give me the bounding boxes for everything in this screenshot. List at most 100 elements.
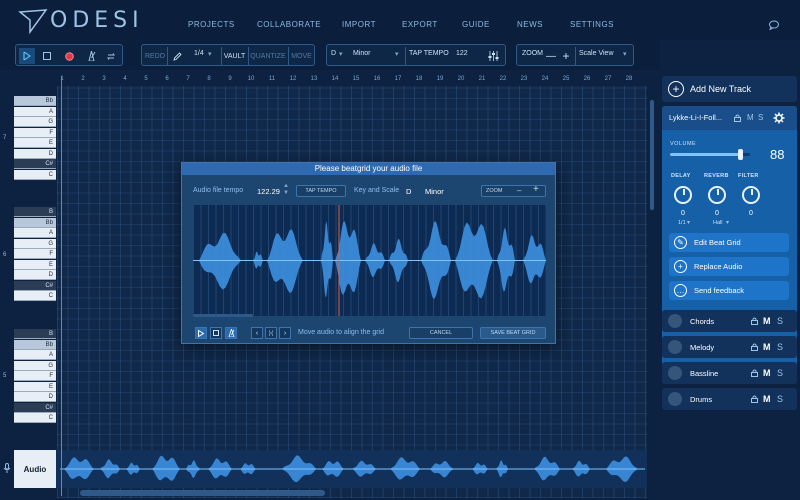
- piano-key[interactable]: C#: [14, 402, 56, 413]
- volume-slider[interactable]: [670, 149, 750, 160]
- solo-button[interactable]: S: [758, 113, 763, 122]
- lock-icon[interactable]: [734, 114, 741, 122]
- volume-handle[interactable]: [738, 149, 744, 160]
- track-row[interactable]: Chords M S: [662, 310, 797, 332]
- stop-button[interactable]: [39, 48, 55, 64]
- scale-select[interactable]: Minor: [425, 187, 444, 196]
- lock-icon[interactable]: [751, 369, 758, 377]
- reverb-knob[interactable]: [708, 186, 726, 204]
- view-select[interactable]: Scale View: [579, 50, 614, 57]
- horizontal-scrollbar[interactable]: [80, 490, 325, 496]
- loop-button[interactable]: [103, 48, 119, 64]
- piano-key[interactable]: G: [14, 238, 56, 249]
- save-beat-grid-button[interactable]: SAVE BEAT GRID: [480, 327, 546, 339]
- solo-button[interactable]: S: [777, 394, 783, 404]
- bar-ruler[interactable]: 1 2 3 4 5 6 7 8 9 10 11 12 13 14 15 16 17 18 19 20 21 22 23 24 2…: [57, 76, 647, 86]
- metronome-button[interactable]: [225, 327, 237, 339]
- move-button[interactable]: MOVE: [289, 48, 314, 64]
- tap-tempo-button[interactable]: TAP TEMPO: [409, 50, 449, 57]
- nav-settings[interactable]: SETTINGS: [570, 20, 614, 29]
- mute-button[interactable]: M: [763, 368, 771, 378]
- delay-knob[interactable]: [674, 186, 692, 204]
- piano-key[interactable]: E: [14, 259, 56, 270]
- piano-key[interactable]: D: [14, 392, 56, 403]
- track-row[interactable]: Drums M S: [662, 388, 797, 410]
- nav-projects[interactable]: PROJECTS: [188, 20, 235, 29]
- tempo-stepper[interactable]: ▲ ▼: [283, 183, 289, 197]
- solo-button[interactable]: S: [777, 316, 783, 326]
- piano-key[interactable]: E: [14, 138, 56, 148]
- piano-key[interactable]: C: [14, 413, 56, 424]
- reverb-sub-select[interactable]: Hall: [713, 220, 722, 226]
- piano-key[interactable]: Bb: [14, 217, 56, 228]
- piano-key[interactable]: A: [14, 106, 56, 117]
- piano-key[interactable]: A: [14, 228, 56, 239]
- piano-key[interactable]: C#: [14, 159, 56, 169]
- solo-button[interactable]: S: [777, 342, 783, 352]
- piano-key[interactable]: F: [14, 249, 56, 260]
- vault-button[interactable]: VAULT: [222, 48, 247, 64]
- track-row[interactable]: Melody M S: [662, 336, 797, 358]
- scale-select[interactable]: Minor: [353, 50, 371, 57]
- piano-key[interactable]: G: [14, 360, 56, 371]
- zoom-out-button[interactable]: —: [545, 48, 557, 64]
- chevron-down-icon[interactable]: ▾: [726, 219, 729, 226]
- audio-waveform[interactable]: [60, 450, 645, 488]
- tempo-value[interactable]: 122: [456, 50, 468, 57]
- piano-key[interactable]: C: [14, 169, 56, 180]
- quantize-button[interactable]: QUANTIZE: [249, 48, 287, 64]
- send-feedback-button[interactable]: … Send feedback: [669, 281, 789, 300]
- play-button[interactable]: [19, 48, 35, 64]
- chevron-down-icon[interactable]: ▾: [687, 219, 690, 226]
- track-name[interactable]: Lykke-Li-I-Foll...: [669, 113, 722, 122]
- zoom-in-button[interactable]: +: [533, 185, 539, 195]
- nudge-left-button[interactable]: ‹: [251, 327, 263, 339]
- key-select[interactable]: D: [406, 187, 411, 196]
- chevron-down-icon[interactable]: ▾: [208, 50, 212, 58]
- mute-button[interactable]: M: [763, 394, 771, 404]
- chevron-down-icon[interactable]: ▾: [339, 50, 343, 58]
- mute-button[interactable]: M: [763, 316, 771, 326]
- waveform-scrollbar[interactable]: [193, 314, 253, 317]
- chevron-down-icon[interactable]: ▾: [623, 50, 627, 58]
- edit-beat-grid-button[interactable]: ✎ Edit Beat Grid: [669, 233, 789, 252]
- mute-button[interactable]: M: [747, 113, 754, 122]
- solo-button[interactable]: S: [777, 368, 783, 378]
- mixer-button[interactable]: [485, 48, 501, 64]
- lock-icon[interactable]: [751, 343, 758, 351]
- nav-guide[interactable]: GUIDE: [462, 20, 490, 29]
- piano-key[interactable]: Bb: [14, 96, 56, 106]
- align-button[interactable]: ⟩⟨: [265, 327, 277, 339]
- piano-key[interactable]: G: [14, 117, 56, 127]
- pencil-tool-button[interactable]: [170, 48, 184, 64]
- piano-key[interactable]: D: [14, 270, 56, 281]
- track-row[interactable]: Bassline M S: [662, 362, 797, 384]
- redo-button[interactable]: REDO: [144, 48, 166, 64]
- piano-key[interactable]: D: [14, 148, 56, 159]
- piano-key[interactable]: B: [14, 329, 56, 340]
- piano-key[interactable]: F: [14, 127, 56, 138]
- vertical-scrollbar[interactable]: [650, 100, 654, 210]
- play-button[interactable]: [195, 327, 207, 339]
- piano-key[interactable]: C#: [14, 280, 56, 291]
- nav-import[interactable]: IMPORT: [342, 20, 376, 29]
- audio-track-label[interactable]: Audio: [14, 450, 56, 488]
- zoom-out-button[interactable]: –: [517, 186, 521, 196]
- tempo-value[interactable]: 122.29: [257, 187, 280, 196]
- piano-key[interactable]: A: [14, 350, 56, 361]
- piano-keyboard[interactable]: Bb A G F E D C# C 7 B Bb A G F E D C# C 6 B Bb A G F E D C# C 5: [0, 96, 57, 446]
- chat-icon[interactable]: [768, 20, 780, 30]
- piano-key[interactable]: Bb: [14, 339, 56, 350]
- zoom-in-button[interactable]: +: [560, 48, 572, 64]
- replace-audio-button[interactable]: + Replace Audio: [669, 257, 789, 276]
- stop-button[interactable]: [210, 327, 222, 339]
- gear-icon[interactable]: [773, 112, 785, 124]
- record-button[interactable]: [61, 48, 77, 64]
- tap-tempo-button[interactable]: TAP TEMPO: [296, 185, 346, 197]
- piano-key[interactable]: C: [14, 291, 56, 302]
- nudge-right-button[interactable]: ›: [279, 327, 291, 339]
- lock-icon[interactable]: [751, 395, 758, 403]
- chevron-down-icon[interactable]: ▾: [395, 50, 399, 58]
- key-select[interactable]: D: [331, 50, 336, 57]
- piano-key[interactable]: F: [14, 371, 56, 382]
